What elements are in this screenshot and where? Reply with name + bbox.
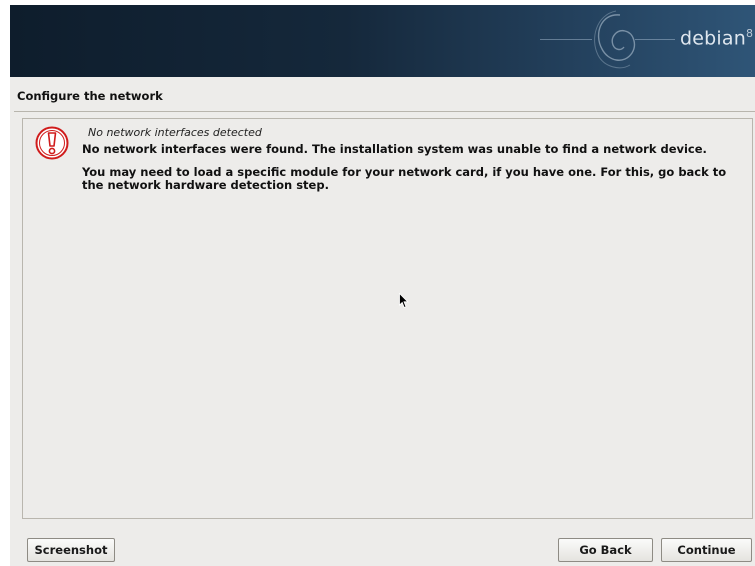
message-heading: No network interfaces detected bbox=[88, 126, 262, 139]
debian-brand-text: debian bbox=[680, 27, 746, 50]
warning-exclamation-icon bbox=[35, 126, 69, 160]
mouse-pointer-icon bbox=[399, 293, 409, 309]
debian-banner: debian8 bbox=[10, 5, 755, 77]
banner-decorative-line bbox=[540, 39, 592, 40]
debian-wordmark: debian8 bbox=[680, 27, 753, 49]
screenshot-button[interactable]: Screenshot bbox=[27, 538, 115, 562]
installer-window: debian8 Configure the network No network… bbox=[10, 5, 755, 566]
page-title: Configure the network bbox=[17, 89, 163, 103]
go-back-button[interactable]: Go Back bbox=[558, 538, 653, 562]
message-primary-text: No network interfaces were found. The in… bbox=[82, 142, 707, 156]
message-panel: No network interfaces detected No networ… bbox=[22, 118, 753, 519]
debian-swirl-logo bbox=[594, 10, 636, 69]
continue-button[interactable]: Continue bbox=[661, 538, 752, 562]
title-separator bbox=[14, 111, 755, 112]
debian-version-text: 8 bbox=[745, 27, 754, 40]
message-secondary-text: You may need to load a specific module f… bbox=[82, 165, 727, 192]
banner-decorative-line bbox=[635, 39, 675, 40]
